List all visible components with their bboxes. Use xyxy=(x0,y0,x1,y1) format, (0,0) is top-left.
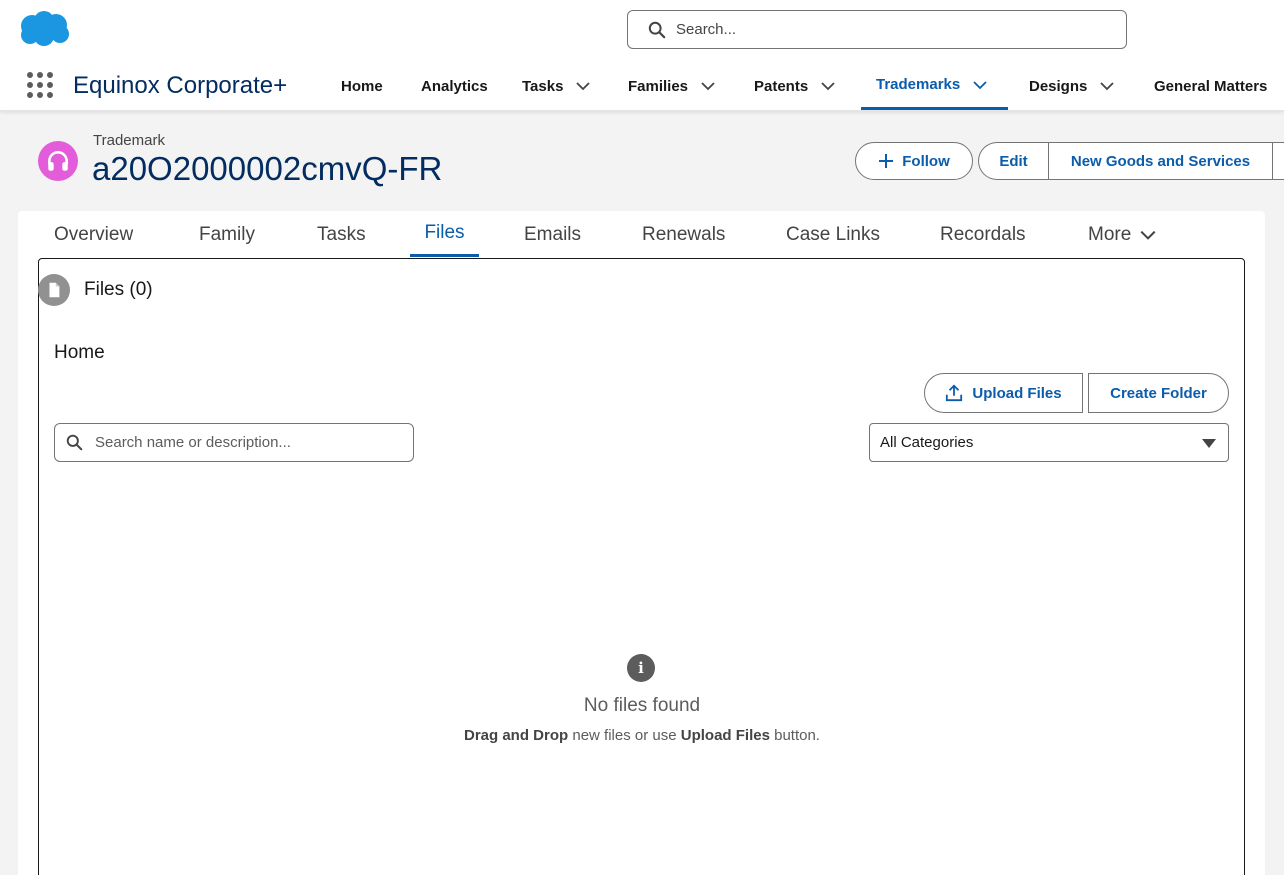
tab-renewals[interactable]: Renewals xyxy=(642,212,725,257)
tab-label: Emails xyxy=(524,223,582,245)
record-actions-group: Edit New Goods and Services xyxy=(978,142,1284,180)
nav-item-analytics[interactable]: Analytics xyxy=(421,62,488,110)
hint-upload-files: Upload Files xyxy=(680,727,770,744)
trademark-record-icon xyxy=(38,141,78,181)
folder-breadcrumb-home[interactable]: Home xyxy=(54,342,105,364)
file-search-input[interactable]: Search name or description... xyxy=(54,423,414,462)
chevron-down-icon xyxy=(1140,230,1156,240)
hint-drag-drop: Drag and Drop xyxy=(464,727,569,744)
empty-state-title: No files found xyxy=(583,695,701,716)
tab-tasks[interactable]: Tasks xyxy=(317,212,366,257)
nav-item-label: Trademarks xyxy=(876,76,961,93)
search-icon xyxy=(66,434,83,451)
tab-family[interactable]: Family xyxy=(199,212,255,257)
global-header: Search... xyxy=(0,0,1284,62)
create-folder-label: Create Folder xyxy=(1110,384,1207,402)
info-icon: i xyxy=(627,654,655,682)
tab-label: Files xyxy=(424,222,465,243)
chevron-down-icon[interactable] xyxy=(575,78,591,94)
new-goods-and-services-button[interactable]: New Goods and Services xyxy=(1048,143,1272,179)
caret-down-icon xyxy=(1202,439,1216,448)
record-title: a20O2000002cmvQ-FR xyxy=(92,150,443,187)
tab-label: More xyxy=(1088,223,1132,245)
chevron-down-icon[interactable] xyxy=(820,78,836,94)
nav-item-home[interactable]: Home xyxy=(341,62,383,110)
files-title: Files (0) xyxy=(84,279,153,300)
plus-icon xyxy=(879,154,894,168)
tab-label: Recordals xyxy=(940,223,1026,245)
global-search-placeholder: Search... xyxy=(676,21,737,38)
nav-item-label: Home xyxy=(341,77,383,95)
files-panel xyxy=(38,258,1245,875)
tab-label: Renewals xyxy=(642,223,726,245)
upload-icon xyxy=(946,384,963,402)
upload-files-button[interactable]: Upload Files xyxy=(924,373,1083,413)
app-nav-bar: Equinox Corporate+ Home Analytics Tasks … xyxy=(0,62,1284,111)
nav-item-designs[interactable]: Designs xyxy=(1029,62,1115,110)
tab-files[interactable]: Files xyxy=(410,212,479,257)
new-goods-button-label: New Goods and Services xyxy=(1070,152,1251,170)
hint-text-end: button. xyxy=(769,727,820,744)
nav-item-patents[interactable]: Patents xyxy=(754,62,836,110)
tab-case-links[interactable]: Case Links xyxy=(786,212,880,257)
chevron-down-icon[interactable] xyxy=(1099,78,1115,94)
follow-button-label: Follow xyxy=(902,152,950,170)
tab-recordals[interactable]: Recordals xyxy=(940,212,1026,257)
create-folder-button[interactable]: Create Folder xyxy=(1088,373,1229,413)
app-name: Equinox Corporate+ xyxy=(73,72,288,99)
nav-item-general-matters[interactable]: General Matters xyxy=(1154,62,1267,110)
search-icon xyxy=(648,21,666,38)
edit-button[interactable]: Edit xyxy=(979,143,1048,179)
nav-item-label: Analytics xyxy=(421,77,488,95)
category-selected-value: All Categories xyxy=(880,434,974,451)
tab-label: Family xyxy=(199,223,255,245)
tab-label: Case Links xyxy=(786,223,880,245)
nav-item-label: Families xyxy=(628,77,689,95)
nav-item-label: Patents xyxy=(754,77,809,95)
nav-item-label: Tasks xyxy=(522,77,564,95)
chevron-down-icon[interactable] xyxy=(700,78,716,94)
salesforce-logo[interactable] xyxy=(18,10,70,48)
file-icon xyxy=(38,274,70,306)
headphones-icon xyxy=(48,151,68,171)
category-select[interactable]: All Categories xyxy=(869,423,1229,462)
nav-item-trademarks[interactable]: Trademarks xyxy=(861,62,1008,110)
follow-button[interactable]: Follow xyxy=(855,142,973,180)
nav-item-families[interactable]: Families xyxy=(628,62,716,110)
nav-item-tasks[interactable]: Tasks xyxy=(522,62,591,110)
nav-item-label: Designs xyxy=(1029,77,1088,95)
tab-emails[interactable]: Emails xyxy=(524,212,581,257)
upload-files-label: Upload Files xyxy=(972,384,1062,402)
tab-label: Tasks xyxy=(317,223,366,245)
app-launcher-icon[interactable] xyxy=(24,69,54,99)
edit-button-label: Edit xyxy=(999,152,1028,170)
empty-state-hint: Drag and Drop new files or use Upload Fi… xyxy=(0,727,1284,744)
tab-label: Overview xyxy=(54,223,134,245)
file-search-placeholder: Search name or description... xyxy=(95,434,291,451)
tab-more[interactable]: More xyxy=(1088,212,1157,257)
chevron-down-icon[interactable] xyxy=(972,77,988,93)
more-actions-button[interactable] xyxy=(1272,143,1284,179)
nav-item-label: General Matters xyxy=(1154,77,1268,95)
global-search[interactable]: Search... xyxy=(627,10,1127,49)
tab-overview[interactable]: Overview xyxy=(54,212,133,257)
hint-text: new files or use xyxy=(568,727,681,744)
record-type-label: Trademark xyxy=(93,132,165,149)
